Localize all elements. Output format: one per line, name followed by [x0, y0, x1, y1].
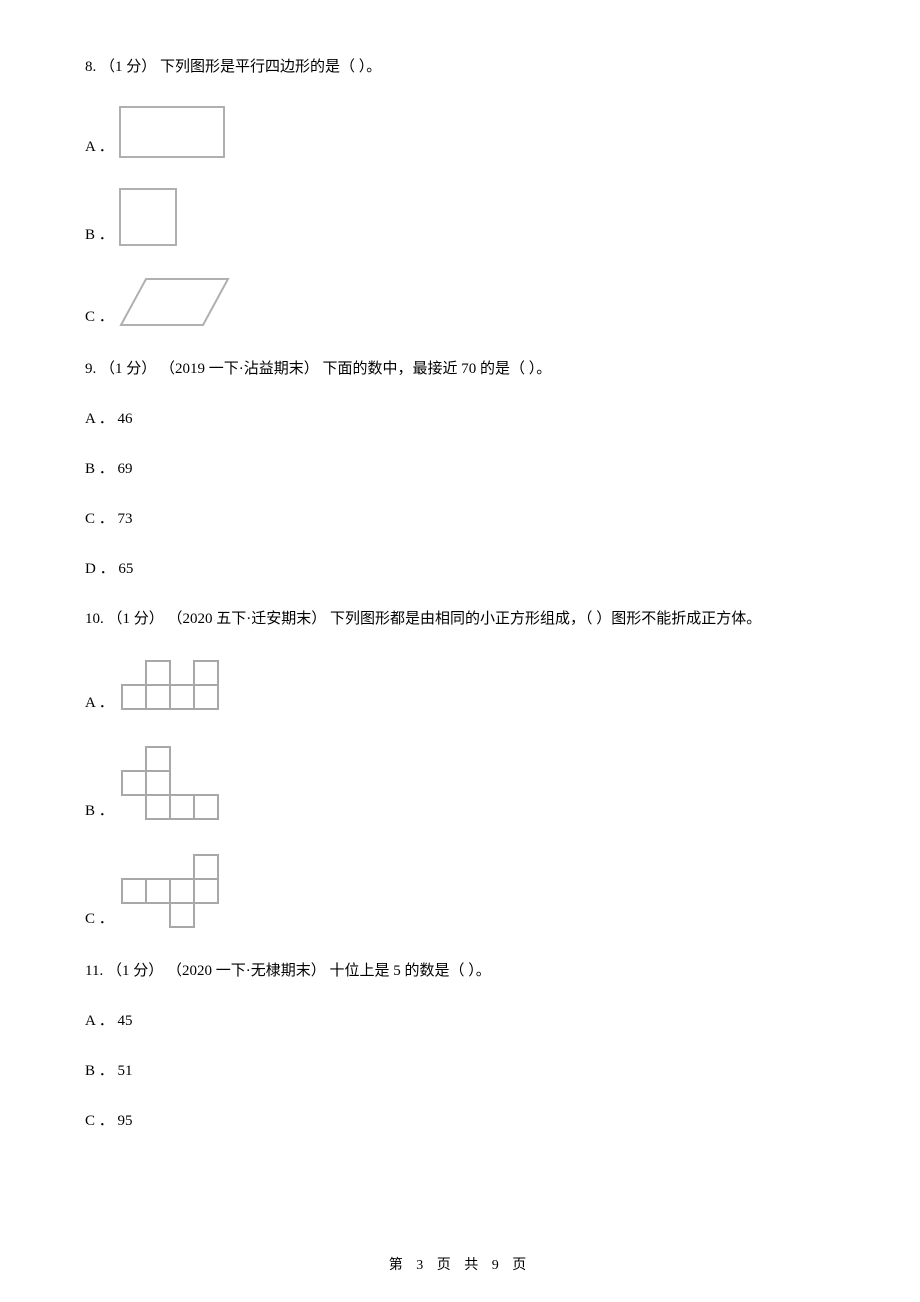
q11-text: 十位上是 5 的数是（ ）。: [329, 963, 490, 979]
q10-option-b: B ．: [85, 743, 835, 825]
q11-option-a: A ． 45: [85, 1009, 835, 1033]
rectangle-shape-icon: [118, 105, 228, 161]
q10-option-c: C ．: [85, 851, 835, 933]
q8-text: 下列图形是平行四边形的是（ ）。: [160, 59, 381, 75]
q9-source: （2019 一下·沾益期末）: [160, 361, 319, 377]
q10-points: （1 分）: [108, 611, 164, 627]
option-letter-a: A ．: [85, 691, 114, 717]
square-shape-icon: [118, 187, 180, 249]
option-letter-c: C ．: [85, 907, 114, 933]
q9-option-b: B ． 69: [85, 457, 835, 481]
q9-text: 下面的数中，最接近 70 的是（ ）。: [323, 361, 552, 377]
q10-number: 10.: [85, 611, 104, 627]
option-letter-b: B ．: [85, 223, 114, 249]
q11-option-b: B ． 51: [85, 1059, 835, 1083]
q8-option-a: A ．: [85, 105, 835, 161]
option-letter-c: C ．: [85, 305, 114, 331]
q9-option-a: A ． 46: [85, 407, 835, 431]
q9-stem: 9. （1 分） （2019 一下·沾益期末） 下面的数中，最接近 70 的是（…: [85, 357, 835, 381]
q8-number: 8.: [85, 59, 96, 75]
option-letter-a: A ．: [85, 135, 114, 161]
q11-option-c: C ． 95: [85, 1109, 835, 1133]
q10-text: 下列图形都是由相同的小正方形组成，（ ）图形不能折成正方体。: [330, 611, 761, 627]
cube-net-c-icon: [118, 851, 228, 933]
q11-points: （1 分）: [107, 963, 163, 979]
q11-stem: 11. （1 分） （2020 一下·无棣期末） 十位上是 5 的数是（ ）。: [85, 959, 835, 983]
option-letter-b: B ．: [85, 799, 114, 825]
q9-option-d: D ． 65: [85, 557, 835, 581]
q11-source: （2020 一下·无棣期末）: [167, 963, 326, 979]
parallelogram-shape-icon: [118, 275, 233, 331]
q11-number: 11.: [85, 963, 103, 979]
q8-stem: 8. （1 分） 下列图形是平行四边形的是（ ）。: [85, 55, 835, 79]
q9-number: 9.: [85, 361, 96, 377]
q8-points: （1 分）: [100, 59, 156, 75]
q8-option-b: B ．: [85, 187, 835, 249]
q10-stem: 10. （1 分） （2020 五下·迁安期末） 下列图形都是由相同的小正方形组…: [85, 607, 835, 631]
q9-option-c: C ． 73: [85, 507, 835, 531]
q9-points: （1 分）: [100, 361, 156, 377]
q10-option-a: A ．: [85, 657, 835, 717]
cube-net-a-icon: [118, 657, 228, 717]
q10-source: （2020 五下·迁安期末）: [168, 611, 327, 627]
q8-option-c: C ．: [85, 275, 835, 331]
page-footer: 第 3 页 共 9 页: [0, 1255, 920, 1277]
cube-net-b-icon: [118, 743, 228, 825]
